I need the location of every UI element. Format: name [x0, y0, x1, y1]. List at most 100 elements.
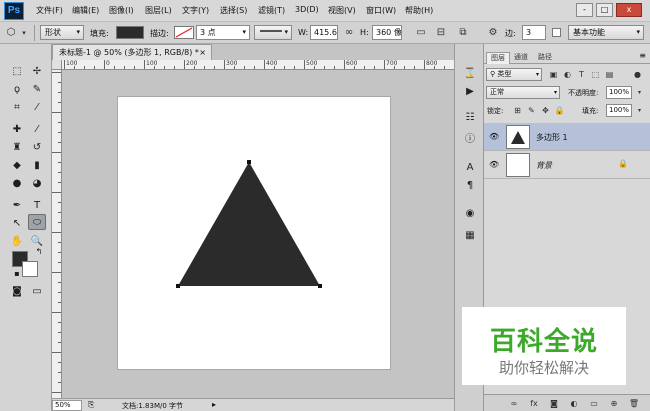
maximize-button[interactable]: □ — [596, 3, 613, 17]
chevron-down-icon[interactable]: ▾ — [634, 87, 645, 98]
properties-panel-icon[interactable]: ☷ — [462, 110, 478, 126]
dodge-tool-icon[interactable]: ◕ — [28, 176, 46, 192]
anchor-point[interactable] — [318, 284, 322, 288]
healing-brush-tool-icon[interactable]: ✚ — [8, 122, 26, 138]
menu-layer[interactable]: 图层(L) — [145, 5, 172, 16]
gradient-tool-icon[interactable]: ▮ — [28, 158, 46, 174]
adjustment-filter-icon[interactable]: ◐ — [562, 69, 573, 80]
eye-icon[interactable]: 👁 — [489, 160, 499, 169]
clone-stamp-tool-icon[interactable]: ♜ — [8, 140, 26, 156]
chevron-down-icon[interactable]: ▾ — [17, 26, 31, 40]
pixel-filter-icon[interactable]: ▣ — [548, 69, 559, 80]
new-layer-icon[interactable]: ⊕ — [608, 398, 620, 409]
path-arrangement-icon[interactable]: ⧉ — [456, 26, 470, 40]
swatches-panel-icon[interactable]: ◉ — [462, 206, 478, 222]
lasso-tool-icon[interactable]: ϙ — [8, 82, 26, 98]
layer-name[interactable]: 背景 — [536, 160, 552, 171]
blend-mode-select[interactable]: 正常 ▾ — [486, 86, 560, 99]
gear-icon[interactable]: ⚙ — [486, 26, 500, 40]
close-tab-icon[interactable]: × — [199, 45, 206, 60]
layer-row-background[interactable]: 👁 背景 🔒 — [484, 151, 650, 179]
info-panel-icon[interactable]: ⓘ — [462, 132, 478, 148]
history-panel-icon[interactable]: ⌛ — [462, 66, 478, 82]
path-operations-icon[interactable]: ▭ — [414, 26, 428, 40]
tab-paths[interactable]: 路径 — [534, 52, 556, 64]
lock-transparency-icon[interactable]: ⊞ — [512, 105, 523, 116]
actions-panel-icon[interactable]: ▶ — [462, 84, 478, 100]
layer-kind-filter[interactable]: ⚲ 类型 ▾ — [486, 68, 542, 81]
swap-colors-icon[interactable]: ↰ — [30, 244, 48, 260]
lock-all-icon[interactable]: 🔒 — [554, 105, 565, 116]
stroke-width-field[interactable]: 3 点 ▾ — [196, 25, 250, 40]
smart-object-filter-icon[interactable]: ▤ — [604, 69, 615, 80]
paragraph-panel-icon[interactable]: ¶ — [462, 178, 478, 194]
marquee-tool-icon[interactable]: ⬚ — [8, 64, 26, 80]
ruler-origin[interactable] — [52, 60, 62, 70]
default-colors-icon[interactable]: ▪ — [8, 266, 26, 282]
screen-mode-icon[interactable]: ▭ — [28, 284, 46, 300]
path-alignment-icon[interactable]: ⊟ — [434, 26, 448, 40]
menu-select[interactable]: 选择(S) — [220, 5, 247, 16]
vertical-ruler[interactable] — [52, 70, 62, 398]
link-icon[interactable]: ∞ — [342, 26, 356, 40]
quick-mask-icon[interactable]: ◙ — [8, 284, 26, 300]
layer-name[interactable]: 多边形 1 — [536, 132, 568, 143]
canvas[interactable] — [118, 97, 390, 369]
filter-toggle-icon[interactable]: ● — [632, 69, 643, 80]
tool-mode-select[interactable]: 形状 ▾ — [40, 25, 84, 40]
history-brush-tool-icon[interactable]: ↺ — [28, 140, 46, 156]
layer-row-polygon[interactable]: 👁 多边形 1 — [484, 123, 650, 151]
eye-icon[interactable]: 👁 — [489, 132, 499, 141]
menu-image[interactable]: 图像(I) — [109, 5, 134, 16]
brush-tool-icon[interactable]: ⁄ — [28, 122, 46, 138]
blur-tool-icon[interactable]: ● — [8, 176, 26, 192]
menu-3d[interactable]: 3D(D) — [295, 5, 319, 14]
menu-type[interactable]: 文字(Y) — [182, 5, 209, 16]
styles-panel-icon[interactable]: ▦ — [462, 228, 478, 244]
horizontal-ruler[interactable]: 100 0 100 200 300 400 500 600 700 800 — [62, 60, 454, 70]
fx-icon[interactable]: fx — [528, 398, 540, 409]
stroke-swatch[interactable] — [174, 26, 194, 39]
menu-edit[interactable]: 编辑(E) — [72, 5, 99, 16]
adjustment-icon[interactable]: ◐ — [568, 398, 580, 409]
lock-position-icon[interactable]: ✥ — [540, 105, 551, 116]
align-edges-checkbox[interactable] — [552, 28, 561, 37]
chevron-right-icon[interactable]: ▸ — [212, 400, 216, 409]
fill-swatch[interactable] — [116, 26, 144, 39]
menu-window[interactable]: 窗口(W) — [366, 5, 396, 16]
polygon-tool-preset-icon[interactable]: ⬡ — [4, 26, 18, 40]
menu-view[interactable]: 视图(V) — [328, 5, 356, 16]
anchor-point[interactable] — [176, 284, 180, 288]
polygon-tool-icon[interactable]: ⬭ — [28, 214, 46, 230]
pen-tool-icon[interactable]: ✒ — [8, 198, 26, 214]
quick-select-tool-icon[interactable]: ✎ — [28, 82, 46, 98]
anchor-point[interactable] — [247, 160, 251, 164]
menu-file[interactable]: 文件(F) — [36, 5, 63, 16]
fill-field[interactable]: 100% — [606, 104, 632, 117]
close-button[interactable]: x — [616, 3, 642, 17]
minimize-button[interactable]: - — [576, 3, 593, 17]
character-panel-icon[interactable]: A — [462, 160, 478, 176]
menu-help[interactable]: 帮助(H) — [405, 5, 433, 16]
height-field[interactable]: 360 像 — [372, 25, 402, 40]
path-selection-tool-icon[interactable]: ↖ — [8, 216, 26, 232]
shape-filter-icon[interactable]: ⬚ — [590, 69, 601, 80]
type-tool-icon[interactable]: T — [28, 198, 46, 214]
mask-icon[interactable]: ◙ — [548, 398, 560, 409]
chevron-down-icon[interactable]: ▾ — [634, 105, 645, 116]
tab-channels[interactable]: 通道 — [510, 52, 532, 64]
link-icon[interactable]: ∞ — [508, 398, 520, 409]
polygon-shape[interactable] — [178, 162, 320, 286]
crop-tool-icon[interactable]: ⌗ — [8, 100, 26, 116]
eyedropper-tool-icon[interactable]: ⁄ — [28, 100, 46, 116]
trash-icon[interactable]: 🗑 — [628, 398, 640, 409]
panel-menu-icon[interactable]: ≡ — [639, 51, 646, 60]
menu-filter[interactable]: 滤镜(T) — [258, 5, 285, 16]
export-icon[interactable]: ⎘ — [88, 400, 94, 410]
type-filter-icon[interactable]: T — [576, 69, 587, 80]
hand-tool-icon[interactable]: ✋ — [8, 234, 26, 250]
move-tool-icon[interactable]: ✢ — [28, 64, 46, 80]
tab-layers[interactable]: 图层 — [486, 52, 510, 64]
opacity-field[interactable]: 100% — [606, 86, 632, 99]
eraser-tool-icon[interactable]: ◆ — [8, 158, 26, 174]
